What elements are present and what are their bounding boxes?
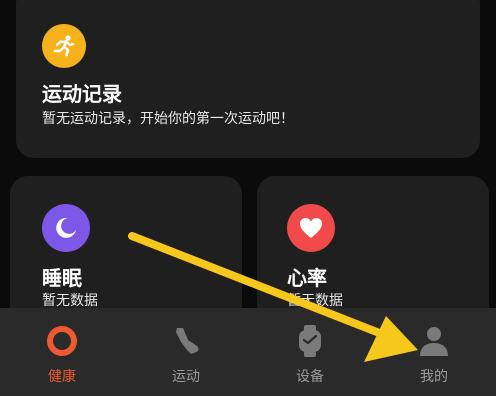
sleep-subtitle: 暂无数据 bbox=[42, 293, 98, 309]
nav-label-exercise: 运动 bbox=[172, 369, 200, 385]
heart-rate-subtitle: 暂无数据 bbox=[287, 293, 343, 309]
nav-tab-exercise[interactable]: 运动 bbox=[124, 308, 248, 396]
nav-tab-me[interactable]: 我的 bbox=[372, 308, 496, 396]
exercise-record-subtitle: 暂无运动记录，开始你的第一次运动吧！ bbox=[42, 111, 294, 127]
exercise-record-card[interactable]: 运动记录 暂无运动记录，开始你的第一次运动吧！ bbox=[16, 0, 480, 158]
shoe-icon bbox=[169, 324, 203, 358]
nav-label-health: 健康 bbox=[48, 369, 76, 385]
sleep-title: 睡眠 bbox=[42, 266, 82, 290]
nav-tab-health[interactable]: 健康 bbox=[0, 308, 124, 396]
nav-label-device: 设备 bbox=[296, 369, 324, 385]
watch-icon bbox=[293, 324, 327, 358]
heart-icon bbox=[287, 204, 335, 252]
heart-rate-title: 心率 bbox=[287, 266, 327, 290]
exercise-record-title: 运动记录 bbox=[42, 82, 122, 106]
nav-tab-device[interactable]: 设备 bbox=[248, 308, 372, 396]
running-icon bbox=[42, 24, 86, 68]
bottom-nav: 健康 运动 设备 我的 bbox=[0, 308, 496, 396]
nav-label-me: 我的 bbox=[420, 369, 448, 385]
moon-icon bbox=[42, 204, 90, 252]
person-icon bbox=[417, 324, 451, 358]
ring-icon bbox=[45, 324, 79, 358]
